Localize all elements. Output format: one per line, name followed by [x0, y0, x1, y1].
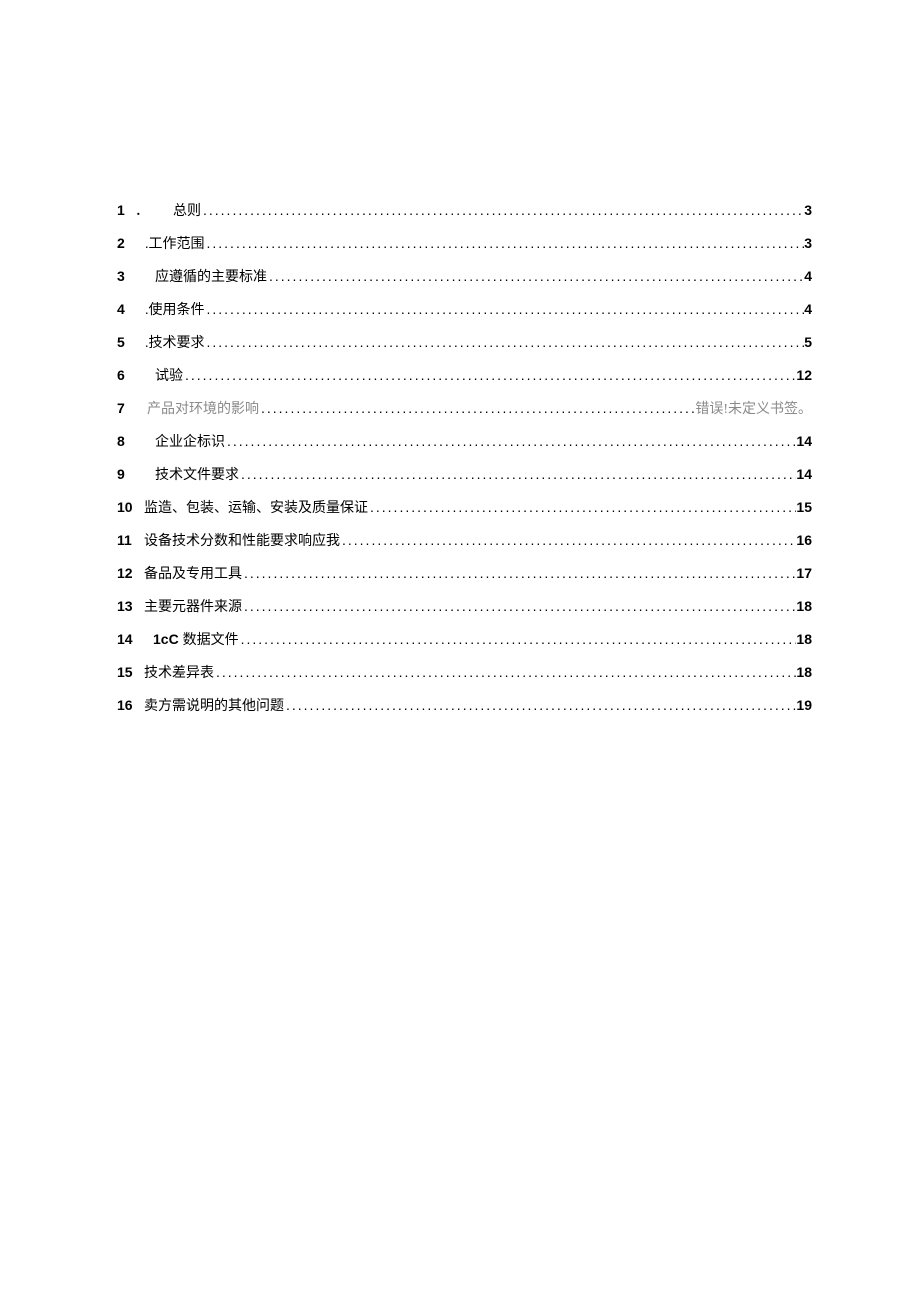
- toc-leader-dots: ........................................…: [242, 596, 796, 617]
- toc-leader-dots: ........................................…: [242, 563, 796, 584]
- toc-leader-dots: ........................................…: [205, 233, 805, 254]
- toc-page: 18: [796, 629, 812, 650]
- toc-title: 备品及专用工具: [144, 564, 242, 585]
- toc-number: 13: [117, 596, 143, 617]
- toc-page: 14: [796, 431, 812, 452]
- toc-entry-5[interactable]: 5 .技术要求..................................…: [117, 332, 812, 354]
- toc-entry-12[interactable]: 12备品及专用工具...............................…: [117, 563, 812, 585]
- toc-leader-dots: ........................................…: [284, 695, 796, 716]
- toc-page: 12: [796, 365, 812, 386]
- toc-entry-14[interactable]: 14 1cC 数据文件..............................…: [117, 629, 812, 651]
- toc-leader-dots: ........................................…: [201, 200, 804, 221]
- toc-leader-dots: ........................................…: [267, 266, 804, 287]
- toc-leader-dots: ........................................…: [214, 662, 796, 683]
- toc-number: 11: [117, 530, 143, 551]
- toc-entry-7[interactable]: 7 产品对环境的影响...............................…: [117, 398, 812, 420]
- toc-page: 4: [804, 266, 812, 287]
- toc-number: 6: [117, 365, 135, 386]
- toc-entry-16[interactable]: 16卖方需说明的其他问题............................…: [117, 695, 812, 717]
- toc-entry-1[interactable]: 1． 总则....................................…: [117, 200, 812, 222]
- toc-number: 10: [117, 497, 143, 518]
- toc-number: 3: [117, 266, 135, 287]
- toc-title: .工作范围: [145, 234, 205, 255]
- toc-page: 4: [804, 299, 812, 320]
- toc-leader-dots: ........................................…: [340, 530, 796, 551]
- toc-title: 总则: [173, 201, 201, 222]
- toc-title: 产品对环境的影响: [147, 399, 259, 420]
- toc-number: 15: [117, 662, 143, 683]
- toc-title: 企业企标识: [155, 432, 225, 453]
- toc-number: 4: [117, 299, 135, 320]
- toc-entry-13[interactable]: 13主要元器件来源...............................…: [117, 596, 812, 618]
- toc-entry-3[interactable]: 3 应遵循的主要标准...............................…: [117, 266, 812, 288]
- toc-title: 应遵循的主要标准: [155, 267, 267, 288]
- toc-page: 18: [796, 662, 812, 683]
- toc-number: 7: [117, 398, 135, 419]
- toc-title: 技术差异表: [144, 663, 214, 684]
- toc-leader-dots: ........................................…: [259, 398, 695, 419]
- toc-number: 1: [117, 200, 135, 221]
- toc-page: 错误!未定义书签。: [695, 399, 812, 420]
- toc-page: 18: [796, 596, 812, 617]
- toc-leader-dots: ........................................…: [183, 365, 796, 386]
- toc-page: 3: [804, 233, 812, 254]
- toc-leader-dots: ........................................…: [239, 629, 797, 650]
- toc-title: 技术文件要求: [155, 465, 239, 486]
- toc-title: 设备技术分数和性能要求响应我: [144, 531, 340, 552]
- toc-entry-11[interactable]: 11设备技术分数和性能要求响应我........................…: [117, 530, 812, 552]
- table-of-contents: 1． 总则....................................…: [117, 200, 812, 717]
- toc-page: 5: [804, 332, 812, 353]
- toc-entry-2[interactable]: 2 .工作范围..................................…: [117, 233, 812, 255]
- toc-entry-10[interactable]: 10监造、包装、运输、安装及质量保证......................…: [117, 497, 812, 519]
- toc-page: 3: [804, 200, 812, 221]
- toc-leader-dots: ........................................…: [368, 497, 796, 518]
- toc-entry-4[interactable]: 4 .使用条件..................................…: [117, 299, 812, 321]
- toc-page: 14: [796, 464, 812, 485]
- toc-title: 试验: [155, 366, 183, 387]
- toc-entry-15[interactable]: 15技术差异表.................................…: [117, 662, 812, 684]
- toc-number: 12: [117, 563, 143, 584]
- toc-title: 监造、包装、运输、安装及质量保证: [144, 498, 368, 519]
- toc-page: 19: [796, 695, 812, 716]
- toc-title: .技术要求: [145, 333, 205, 354]
- toc-number: 5: [117, 332, 135, 353]
- toc-title: 1cC 数据文件: [153, 629, 239, 651]
- toc-page: 15: [796, 497, 812, 518]
- toc-entry-9[interactable]: 9 技术文件要求.................................…: [117, 464, 812, 486]
- toc-number: 16: [117, 695, 143, 716]
- toc-entry-6[interactable]: 6 试验.....................................…: [117, 365, 812, 387]
- toc-leader-dots: ........................................…: [205, 299, 805, 320]
- toc-number: 2: [117, 233, 135, 254]
- toc-title: .使用条件: [145, 300, 205, 321]
- toc-title: 主要元器件来源: [144, 597, 242, 618]
- toc-leader-dots: ........................................…: [239, 464, 796, 485]
- toc-page: 16: [796, 530, 812, 551]
- toc-number: 8: [117, 431, 135, 452]
- toc-number: 14: [117, 629, 143, 650]
- toc-page: 17: [796, 563, 812, 584]
- toc-title: 卖方需说明的其他问题: [144, 696, 284, 717]
- toc-entry-8[interactable]: 8 企业企标识..................................…: [117, 431, 812, 453]
- toc-number: 9: [117, 464, 135, 485]
- toc-leader-dots: ........................................…: [205, 332, 805, 353]
- toc-prefix: ．: [135, 201, 149, 222]
- toc-leader-dots: ........................................…: [225, 431, 796, 452]
